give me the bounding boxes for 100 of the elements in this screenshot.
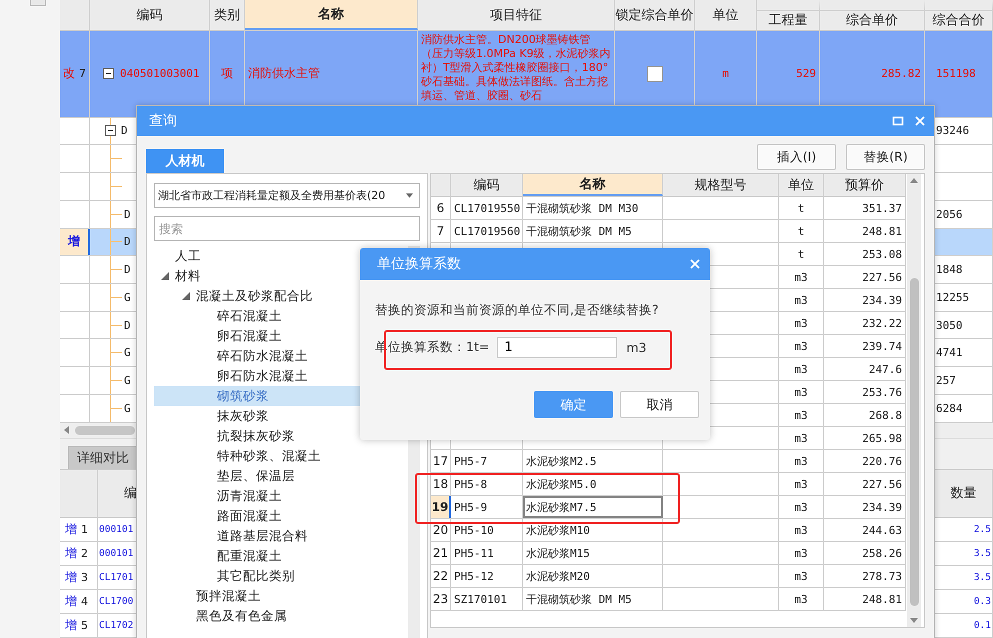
- table-row[interactable]: 22 PH5-12 水泥砂浆M20 m3 278.73: [431, 565, 906, 588]
- table-cell: 0.3: [974, 596, 991, 607]
- table-cell: 248.81: [862, 592, 902, 606]
- table-cell: 227.56: [862, 270, 902, 284]
- table-cell: PH5-8: [454, 478, 488, 490]
- tree-item[interactable]: 黑色及有色金属: [154, 606, 408, 626]
- column-header[interactable]: 锁定综合单价: [615, 0, 695, 30]
- table-cell: 2056: [936, 208, 962, 221]
- add-mark: 增: [65, 616, 77, 634]
- toolbar-button[interactable]: 替换(R): [846, 144, 925, 170]
- tab[interactable]: 详细对比: [68, 446, 138, 469]
- column-header[interactable]: 名称: [523, 174, 663, 196]
- table-cell: 消防供水主管: [248, 65, 320, 82]
- table-cell: t: [798, 248, 804, 260]
- table-row[interactable]: 7 CL17019560 干混砌筑砂浆 DM M5 t 248.81: [431, 220, 906, 243]
- table-cell: 000101: [99, 548, 134, 559]
- tree-item[interactable]: 道路基层混合料: [154, 526, 408, 546]
- table-cell: 248.81: [862, 224, 902, 238]
- change-mark: 改: [63, 65, 75, 82]
- table-cell: D: [124, 318, 131, 332]
- column-header[interactable]: 编: [124, 484, 137, 502]
- column-header[interactable]: 规格型号: [663, 174, 779, 196]
- table-cell: 干混砌筑砂浆 DM M5: [526, 224, 632, 238]
- row-number: 19: [431, 496, 451, 518]
- tree-item[interactable]: 路面混凝土: [154, 506, 408, 526]
- row-number: 7: [79, 67, 86, 80]
- row-number: 17: [431, 450, 451, 472]
- table-cell: m3: [794, 570, 808, 582]
- row-number: 4: [81, 594, 88, 608]
- column-header[interactable]: 项目特征: [418, 0, 615, 30]
- table-cell: 529: [796, 67, 816, 80]
- table-cell: 项: [221, 65, 233, 82]
- table-cell: 227.56: [862, 478, 902, 490]
- table-cell: D: [124, 263, 131, 276]
- table-cell: m3: [794, 524, 808, 536]
- table-cell: 234.39: [862, 500, 902, 514]
- table-cell: CL1701: [99, 572, 134, 583]
- table-cell: 93246: [936, 124, 970, 138]
- table-cell: 285.82: [881, 67, 921, 80]
- table-cell: PH5-7: [454, 454, 488, 468]
- row-number: 1: [81, 522, 88, 536]
- row-number: 22: [431, 565, 451, 587]
- table-cell: 220.76: [862, 454, 902, 468]
- search-field[interactable]: 搜索: [154, 216, 420, 241]
- toolbar-button[interactable]: 插入(I): [757, 144, 836, 170]
- table-cell: G: [124, 402, 131, 415]
- table-cell: 6284: [936, 402, 962, 415]
- cancel-button[interactable]: 取消: [620, 391, 699, 418]
- table-cell: PH5-11: [454, 546, 494, 560]
- table-cell: 234.39: [862, 294, 902, 306]
- column-header[interactable]: 单位: [695, 0, 757, 30]
- table-cell: 2.5: [974, 524, 991, 535]
- add-mark: 增: [65, 544, 77, 562]
- tree-item[interactable]: 沥青混凝土: [154, 486, 408, 506]
- column-header[interactable]: 数量: [950, 484, 976, 502]
- tree-item[interactable]: 其它配比类别: [154, 566, 408, 586]
- column-header[interactable]: 名称: [245, 0, 418, 30]
- column-header[interactable]: 单位: [779, 174, 824, 196]
- table-cell: m3: [794, 592, 808, 606]
- tree-item[interactable]: 配重混凝土: [154, 546, 408, 566]
- table-cell: m3: [794, 386, 808, 398]
- table-cell: SZ170101: [454, 592, 507, 606]
- table-cell: CL1700: [99, 596, 134, 607]
- table-cell: 253.76: [862, 386, 902, 398]
- row-number: 5: [81, 618, 88, 632]
- add-mark: 增: [65, 592, 77, 610]
- add-mark: 增: [65, 520, 77, 538]
- table-cell: D: [124, 208, 131, 221]
- table-cell: t: [798, 224, 804, 238]
- add-mark: 增: [65, 568, 77, 586]
- table-row[interactable]: 6 CL17019550 干混砌筑砂浆 DM M30 t 351.37: [431, 197, 906, 220]
- table-row[interactable]: 17 PH5-7 水泥砂浆M2.5 m3 220.76: [431, 450, 906, 473]
- table-cell: 351.37: [862, 202, 902, 214]
- table-cell: 253.08: [862, 248, 902, 260]
- window-title: 单位换算系数: [377, 255, 461, 273]
- tree-item[interactable]: 垫层、保温层: [154, 466, 408, 486]
- table-cell: 1848: [936, 263, 962, 276]
- table-cell: 232.22: [862, 316, 902, 330]
- row-number: 3: [81, 570, 88, 584]
- table-cell: 水泥砂浆M20: [526, 568, 590, 584]
- table-cell: PH5-9: [454, 500, 488, 514]
- column-header[interactable]: 编码: [90, 0, 210, 30]
- table-row[interactable]: 23 SZ170101 干混砌筑砂浆 DM M5 m3 248.81: [431, 588, 906, 611]
- table-cell: 257: [936, 374, 956, 388]
- table-cell: m3: [794, 362, 808, 376]
- column-header[interactable]: 预算价: [824, 174, 906, 196]
- table-row[interactable]: 19 PH5-9 水泥砂浆M7.5 m3 234.39: [431, 496, 906, 519]
- table-cell: 干混砌筑砂浆 DM M5: [526, 592, 632, 606]
- table-cell: m3: [794, 478, 808, 490]
- row-number: 7: [431, 220, 451, 242]
- table-cell: PH5-10: [454, 524, 494, 536]
- dropdown[interactable]: 湖北省市政工程消耗量定额及全费用基价表(20: [154, 183, 420, 208]
- table-cell: m3: [794, 408, 808, 422]
- table-cell: 3050: [936, 318, 962, 332]
- table-cell: PH5-12: [454, 570, 494, 582]
- tree-item[interactable]: 预拌混凝土: [154, 586, 408, 606]
- row-number: 2: [81, 546, 88, 560]
- tree-item[interactable]: 特种砂浆、混凝土: [154, 446, 408, 466]
- table-row[interactable]: 21 PH5-11 水泥砂浆M15 m3 258.26: [431, 542, 906, 565]
- input-field[interactable]: 1: [497, 337, 618, 358]
